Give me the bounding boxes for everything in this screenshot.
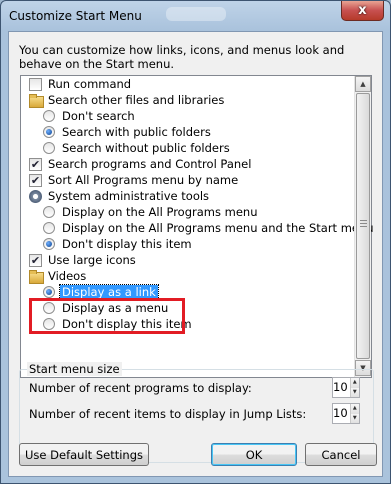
description-text: You can customize how links, icons, and …: [19, 43, 345, 71]
close-icon: x: [358, 3, 367, 18]
list-item[interactable]: Search without public folders: [21, 140, 356, 156]
stepper-arrows: ▲ ▼: [349, 378, 359, 397]
use-default-settings-label: Use Default Settings: [25, 447, 143, 462]
folder-icon: [29, 94, 44, 108]
options-list[interactable]: Run command Search other files and librar…: [20, 75, 374, 378]
recent-programs-value[interactable]: 10: [333, 378, 350, 397]
use-default-settings-button[interactable]: Use Default Settings: [19, 443, 149, 466]
radio-selected[interactable]: [43, 126, 55, 138]
checkbox-checked[interactable]: ✔: [29, 253, 42, 267]
list-item-label: Run command: [48, 77, 132, 91]
list-item: Search other files and libraries: [21, 92, 356, 108]
list-item: Videos: [21, 268, 356, 284]
recent-programs-stepper[interactable]: 10 ▲ ▼: [332, 377, 360, 398]
list-item-label: Search without public folders: [62, 141, 230, 155]
list-item[interactable]: ✔ Use large icons: [21, 252, 356, 268]
list-item-label: System administrative tools: [48, 189, 210, 203]
admin-tools-icon: [29, 189, 42, 203]
grip-icon: [360, 220, 367, 229]
list-item[interactable]: Search with public folders: [21, 124, 356, 140]
list-item[interactable]: ✔ Search programs and Control Panel: [21, 156, 356, 172]
list-item[interactable]: Display as a menu: [21, 300, 356, 316]
list-item-label: Display as a link: [59, 284, 159, 300]
customize-start-menu-dialog: Customize Start Menu x You can customize…: [0, 0, 391, 484]
radio[interactable]: [43, 206, 55, 218]
radio-selected[interactable]: [43, 286, 55, 298]
checkbox-checked[interactable]: ✔: [29, 157, 42, 171]
list-item-label: Sort All Programs menu by name: [48, 173, 239, 187]
radio[interactable]: [43, 318, 55, 330]
cancel-label: Cancel: [321, 447, 361, 462]
list-item-label: Use large icons: [48, 253, 136, 267]
scroll-up-button[interactable]: ▲: [355, 76, 371, 92]
ok-button[interactable]: OK: [211, 443, 297, 466]
radio[interactable]: [43, 302, 55, 314]
stepper-up-icon[interactable]: ▲: [350, 378, 359, 388]
recent-items-label: Number of recent items to display in Jum…: [29, 407, 307, 421]
list-item: System administrative tools: [21, 188, 356, 204]
list-item[interactable]: Don't search: [21, 108, 356, 124]
list-item-label: Videos: [48, 269, 87, 283]
vertical-scrollbar[interactable]: ▲ ▼: [354, 76, 371, 377]
close-button[interactable]: x: [341, 1, 384, 21]
recent-programs-label: Number of recent programs to display:: [29, 381, 252, 395]
stepper-arrows: ▲ ▼: [349, 404, 359, 423]
ok-label: OK: [245, 447, 263, 462]
recent-items-value[interactable]: 10: [333, 404, 350, 423]
group-legend: Start menu size: [27, 362, 122, 376]
list-item-label: Search other files and libraries: [48, 93, 225, 107]
checkbox-checked[interactable]: ✔: [29, 173, 42, 187]
list-item[interactable]: Run command: [21, 76, 356, 92]
list-item[interactable]: Don't display this item: [21, 236, 356, 252]
scroll-thumb[interactable]: [356, 93, 370, 359]
checkbox[interactable]: [29, 77, 42, 91]
dialog-body: You can customize how links, icons, and …: [8, 31, 383, 477]
title-bar[interactable]: Customize Start Menu x: [1, 1, 390, 31]
list-item[interactable]: Don't display this item: [21, 316, 356, 332]
list-item[interactable]: Display on the All Programs menu: [21, 204, 356, 220]
list-item-label: Display on the All Programs menu: [62, 205, 258, 219]
list-item-label: Search programs and Control Panel: [48, 157, 252, 171]
list-item-label: Don't display this item: [62, 317, 192, 331]
radio[interactable]: [43, 222, 55, 234]
title-bar-glare: [166, 7, 226, 21]
list-item[interactable]: ✔ Sort All Programs menu by name: [21, 172, 356, 188]
list-item-label: Don't display this item: [62, 237, 192, 251]
list-item-label: Display on the All Programs menu and the…: [62, 221, 374, 235]
list-item-label: Search with public folders: [62, 125, 211, 139]
radio[interactable]: [43, 142, 55, 154]
stepper-up-icon[interactable]: ▲: [350, 404, 359, 414]
stepper-down-icon[interactable]: ▼: [350, 413, 359, 423]
recent-items-stepper[interactable]: 10 ▲ ▼: [332, 403, 360, 424]
folder-icon: [29, 270, 44, 284]
list-item-label: Display as a menu: [62, 301, 169, 315]
list-item-label: Don't search: [62, 109, 135, 123]
radio-selected[interactable]: [43, 238, 55, 250]
list-item[interactable]: Display as a link: [21, 284, 356, 300]
window-title: Customize Start Menu: [9, 9, 142, 23]
list-item[interactable]: Display on the All Programs menu and the…: [21, 220, 374, 236]
stepper-down-icon[interactable]: ▼: [350, 387, 359, 397]
radio[interactable]: [43, 110, 55, 122]
cancel-button[interactable]: Cancel: [305, 443, 377, 466]
options-rows: Run command Search other files and librar…: [21, 76, 374, 332]
